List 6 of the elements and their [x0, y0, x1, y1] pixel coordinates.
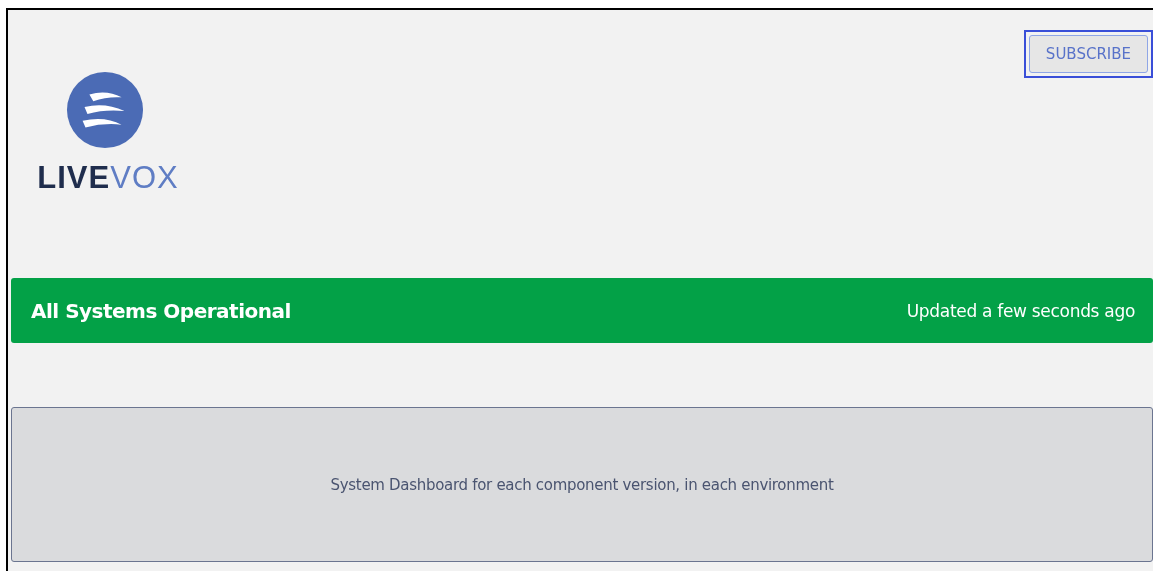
logo-icon — [66, 71, 144, 149]
status-title: All Systems Operational — [31, 298, 291, 323]
info-text: System Dashboard for each component version, in each environment — [330, 475, 834, 494]
logo-wordmark: LIVEVOX — [37, 160, 179, 196]
updated-time: Updated a few seconds ago — [906, 300, 1135, 321]
subscribe-button[interactable]: SUBSCRIBE — [1028, 35, 1148, 73]
